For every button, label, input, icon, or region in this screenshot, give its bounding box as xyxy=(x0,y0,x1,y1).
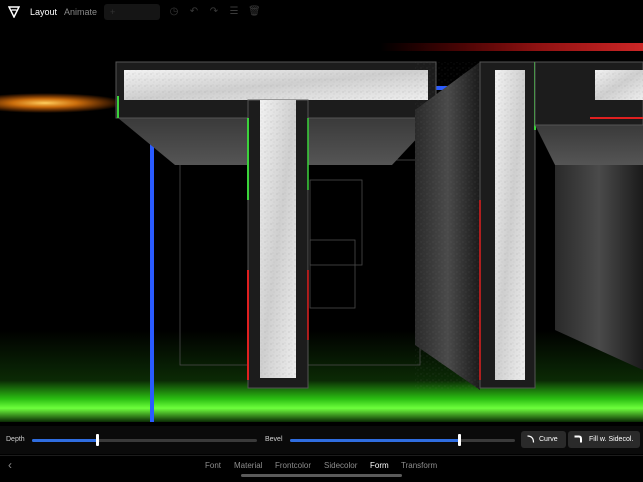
tab-font[interactable]: Font xyxy=(205,461,221,471)
3d-viewport[interactable] xyxy=(0,24,643,422)
redo-icon[interactable]: ↷ xyxy=(208,4,220,20)
add-object-field[interactable]: + xyxy=(104,4,160,20)
add-icon: + xyxy=(110,7,116,17)
tab-form[interactable]: Form xyxy=(370,461,389,471)
home-indicator xyxy=(241,474,402,477)
curve-button-label: Curve xyxy=(539,436,558,443)
letter-i-3d[interactable] xyxy=(479,61,536,389)
tab-layout[interactable]: Layout xyxy=(30,6,57,18)
letter-third-3d[interactable] xyxy=(534,61,643,370)
tab-animate[interactable]: Animate xyxy=(64,6,97,18)
bevel-label: Bevel xyxy=(265,436,283,443)
app-logo-icon[interactable] xyxy=(8,6,20,18)
orange-light-streak xyxy=(0,93,125,113)
tab-transform[interactable]: Transform xyxy=(401,461,437,471)
tab-sidecolor[interactable]: Sidecolor xyxy=(324,461,357,471)
tab-frontcolor[interactable]: Frontcolor xyxy=(275,461,311,471)
depth-slider-fill xyxy=(32,439,97,442)
bevel-slider-thumb[interactable] xyxy=(458,434,461,446)
clock-icon[interactable]: ◷ xyxy=(168,4,180,20)
fill-corner-icon xyxy=(574,435,582,443)
top-toolbar: Layout Animate + ◷ ↶ ↷ ☰ 🗑 xyxy=(0,0,643,24)
curve-icon xyxy=(527,435,535,443)
list-icon[interactable]: ☰ xyxy=(228,4,240,20)
blue-guide-line xyxy=(150,140,154,422)
bottom-tab-bar: Font Material Frontcolor Sidecolor Form … xyxy=(0,456,643,482)
depth-slider-thumb[interactable] xyxy=(96,434,99,446)
bevel-slider-fill xyxy=(290,439,459,442)
fill-sidecolor-button[interactable]: Fill w. Sidecol. xyxy=(568,431,640,448)
depth-label: Depth xyxy=(6,436,25,443)
curve-button[interactable]: Curve xyxy=(521,431,566,448)
undo-icon[interactable]: ↶ xyxy=(188,4,200,20)
red-light-streak xyxy=(380,43,643,51)
fill-sidecolor-label: Fill w. Sidecol. xyxy=(589,436,634,443)
tab-material[interactable]: Material xyxy=(234,461,262,471)
green-floor-glow xyxy=(0,330,643,422)
trash-icon[interactable]: 🗑 xyxy=(248,4,261,20)
